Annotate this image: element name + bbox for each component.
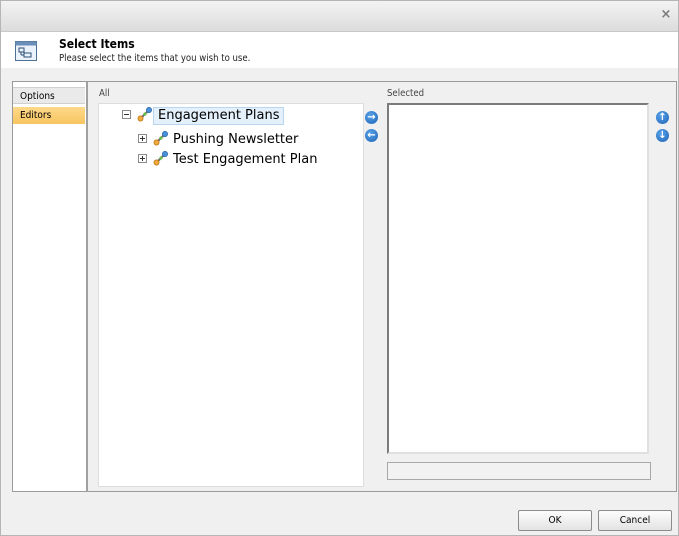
tree-node-label: Pushing Newsletter (173, 132, 299, 147)
dialog-title: Select Items (59, 37, 135, 51)
sidebar-tabs: Options Editors (13, 82, 88, 491)
expand-icon[interactable] (138, 134, 147, 143)
select-items-icon (15, 41, 37, 61)
expand-icon[interactable] (138, 154, 147, 163)
close-icon[interactable]: × (660, 8, 672, 21)
selected-items-list[interactable] (387, 103, 649, 454)
tree-node-pushing-newsletter[interactable]: Pushing Newsletter (138, 130, 302, 149)
select-items-dialog: × Select Items Please select the items t… (0, 0, 679, 536)
all-panel-label: All (99, 88, 110, 99)
tree-node-label: Test Engagement Plan (173, 152, 318, 167)
tab-options[interactable]: Options (13, 87, 85, 104)
dialog-header: Select Items Please select the items tha… (1, 32, 678, 68)
dialog-titlebar: × (1, 1, 678, 32)
engagement-plan-icon (137, 106, 153, 122)
dialog-body: Options Editors All Engagement Plans Pus… (12, 81, 677, 492)
cancel-button[interactable]: Cancel (598, 510, 672, 531)
engagement-plan-icon (153, 150, 169, 166)
tree-node-engagement-plans[interactable]: Engagement Plans (122, 106, 285, 125)
dialog-subtitle: Please select the items that you wish to… (59, 53, 251, 64)
remove-item-arrow-icon[interactable]: ← (365, 129, 378, 142)
all-items-tree[interactable]: Engagement Plans Pushing Newsletter Test… (98, 103, 364, 487)
tree-node-test-engagement-plan[interactable]: Test Engagement Plan (138, 150, 321, 169)
ok-button[interactable]: OK (518, 510, 592, 531)
footer-divider (1, 497, 678, 498)
selected-panel-label: Selected (387, 88, 425, 99)
engagement-plan-icon (153, 130, 169, 146)
tree-node-label: Engagement Plans (153, 107, 285, 125)
move-up-arrow-icon[interactable]: ↑ (656, 111, 669, 124)
add-item-arrow-icon[interactable]: → (365, 111, 378, 124)
collapse-icon[interactable] (122, 110, 131, 119)
tab-editors[interactable]: Editors (13, 107, 85, 124)
move-down-arrow-icon[interactable]: ↓ (656, 129, 669, 142)
selected-item-field[interactable] (387, 462, 651, 480)
